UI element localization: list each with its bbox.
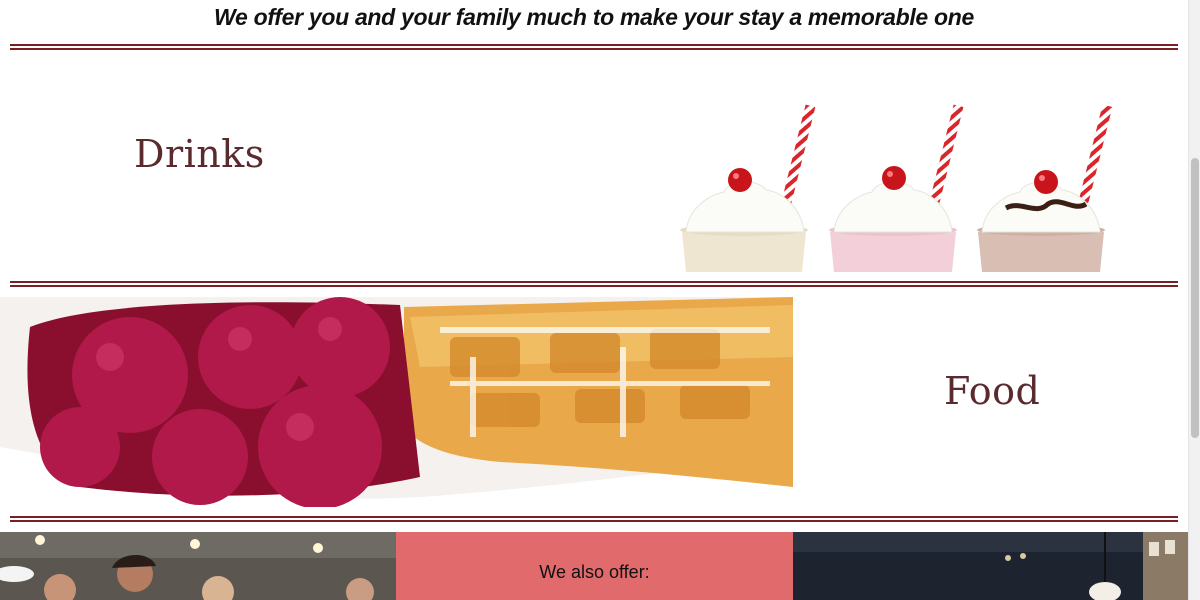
waffle-raspberries-image <box>0 297 793 507</box>
page: We offer you and your family much to mak… <box>0 0 1188 600</box>
food-title: Food <box>944 369 1041 413</box>
restaurant-guests-image <box>0 532 396 600</box>
also-offer-panel: We also offer: <box>396 532 793 600</box>
also-offer-label: We also offer: <box>539 562 650 582</box>
drinks-title: Drinks <box>134 132 265 176</box>
tagline: We offer you and your family much to mak… <box>214 4 974 30</box>
restaurant-interior-image <box>793 532 1188 600</box>
section-divider <box>10 44 1178 50</box>
scrollbar-thumb[interactable] <box>1191 158 1199 438</box>
milkshakes-image <box>680 104 1113 272</box>
page-scrollbar[interactable] <box>1188 0 1200 600</box>
section-divider <box>10 516 1178 522</box>
section-divider <box>10 281 1178 287</box>
